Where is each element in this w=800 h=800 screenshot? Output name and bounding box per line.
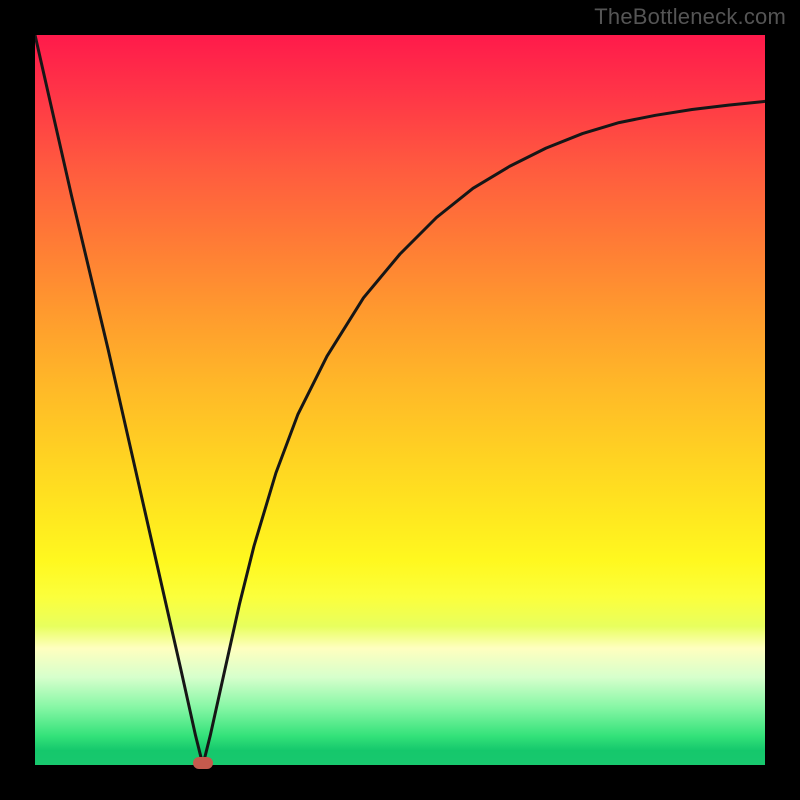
optimal-point-marker <box>193 757 213 769</box>
chart-frame: TheBottleneck.com <box>0 0 800 800</box>
plot-area <box>35 35 765 765</box>
attribution-text: TheBottleneck.com <box>594 4 786 30</box>
bottleneck-curve <box>35 35 765 765</box>
